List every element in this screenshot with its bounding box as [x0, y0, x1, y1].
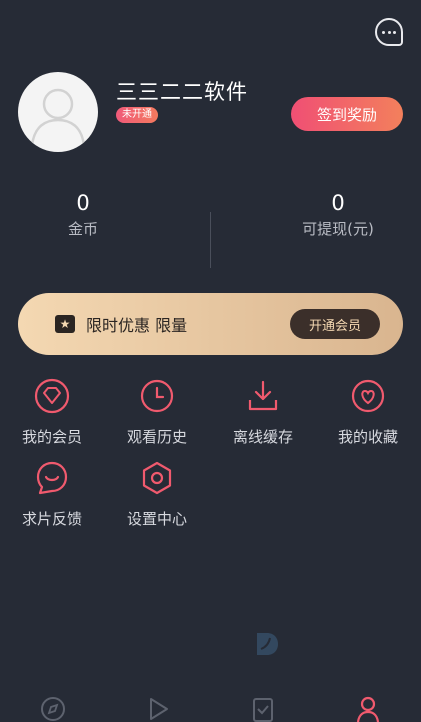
- withdrawable-stat[interactable]: 0 可提现(元): [258, 190, 418, 239]
- message-dot: [387, 31, 391, 34]
- bottom-tab-bar: [0, 690, 421, 722]
- menu-item-watch-history[interactable]: 观看历史: [109, 378, 205, 447]
- diamond-icon: [34, 378, 70, 414]
- user-icon[interactable]: [355, 696, 381, 722]
- withdrawable-value: 0: [331, 191, 345, 215]
- avatar[interactable]: [18, 72, 98, 152]
- settings-icon: [142, 461, 172, 495]
- menu-label: 我的收藏: [337, 428, 398, 446]
- menu-item-offline-cache[interactable]: 离线缓存: [215, 378, 311, 447]
- checklist-icon[interactable]: [250, 696, 276, 722]
- username: 三三二二软件: [116, 80, 248, 104]
- menu-item-favorites[interactable]: 我的收藏: [320, 378, 416, 447]
- menu-item-settings[interactable]: 设置中心: [109, 460, 205, 529]
- compass-icon[interactable]: [40, 696, 66, 722]
- clock-icon: [140, 379, 174, 413]
- watermark-logo: [257, 633, 278, 655]
- coins-value: 0: [76, 191, 90, 215]
- feedback-bubble-icon: [36, 461, 68, 495]
- checkin-reward-button[interactable]: 签到奖励: [291, 97, 403, 131]
- message-button[interactable]: [375, 18, 403, 46]
- download-icon: [248, 380, 278, 411]
- menu-label: 观看历史: [126, 428, 187, 446]
- vip-promo-text: 限时优惠 限量: [86, 316, 188, 335]
- star-ticket-icon: ★: [55, 315, 75, 333]
- withdrawable-label: 可提现(元): [302, 220, 374, 238]
- message-dot: [393, 31, 396, 34]
- menu-label: 求片反馈: [21, 510, 82, 528]
- menu-label: 设置中心: [126, 510, 187, 528]
- coins-stat[interactable]: 0 金币: [3, 190, 163, 239]
- stats-divider: [210, 212, 211, 268]
- vip-status-badge: 未开通: [116, 107, 158, 123]
- message-dot: [382, 31, 385, 34]
- vip-promo-banner[interactable]: ★ 限时优惠 限量 开通会员: [18, 293, 403, 355]
- play-icon[interactable]: [145, 696, 171, 722]
- menu-label: 离线缓存: [232, 428, 293, 446]
- menu-item-request-feedback[interactable]: 求片反馈: [4, 460, 100, 529]
- open-vip-button[interactable]: 开通会员: [290, 309, 380, 339]
- coins-label: 金币: [67, 220, 98, 238]
- heart-icon: [351, 379, 385, 413]
- menu-item-my-vip[interactable]: 我的会员: [4, 378, 100, 447]
- menu-label: 我的会员: [21, 428, 82, 446]
- default-user-icon: [30, 88, 86, 147]
